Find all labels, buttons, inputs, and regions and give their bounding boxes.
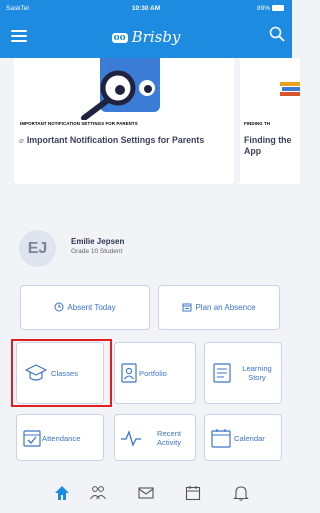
battery-indicator: 89% — [257, 5, 284, 12]
student-grade: Grade 10 Student — [71, 248, 123, 255]
plan-absence-button[interactable]: Plan an Absence — [158, 285, 280, 330]
attendance-label: Attendance — [42, 434, 81, 443]
avatar: EJ — [19, 230, 56, 267]
student-name: Emilie Jepsen — [71, 237, 125, 246]
card-illustration — [240, 58, 300, 120]
recent-activity-label: Recent Activity — [156, 429, 182, 447]
announcement-card-partial[interactable]: FINDING TH Finding the App — [240, 58, 300, 184]
card-title[interactable]: ⌀ Important Notification Settings for Par… — [19, 135, 228, 146]
portfolio-icon — [121, 363, 137, 383]
app-header: SaskTel 10:30 AM 89% oo Brisby — [0, 0, 292, 58]
calendar-tile[interactable]: Calendar — [204, 414, 282, 461]
bell-icon[interactable] — [232, 484, 250, 502]
battery-label: 89% — [256, 5, 270, 12]
checkbox-calendar-icon — [23, 430, 41, 447]
card-illustration — [14, 50, 234, 121]
absent-today-label: Absent Today — [67, 303, 116, 312]
card-title[interactable]: Finding the App — [244, 135, 304, 157]
activity-pulse-icon — [121, 430, 141, 447]
app-logo: oo Brisby — [0, 28, 292, 46]
learning-story-tile[interactable]: Learning Story — [204, 342, 282, 404]
calendar-tab-icon[interactable] — [184, 484, 202, 502]
highlight-box — [11, 339, 112, 407]
mail-icon[interactable] — [137, 484, 155, 502]
plan-absence-label: Plan an Absence — [195, 303, 256, 312]
logo-mark: oo — [111, 33, 128, 43]
portfolio-label: Portfolio — [139, 369, 167, 378]
document-icon — [213, 363, 231, 383]
portfolio-tile[interactable]: Portfolio — [114, 342, 196, 404]
learning-story-label: Learning Story — [242, 364, 272, 382]
calendar-label: Calendar — [234, 434, 265, 443]
battery-icon — [272, 5, 284, 11]
home-icon[interactable] — [53, 484, 71, 502]
search-icon[interactable] — [269, 26, 285, 42]
recent-activity-tile[interactable]: Recent Activity — [114, 414, 196, 461]
status-time: 10:30 AM — [131, 5, 161, 12]
bottom-tab-bar — [0, 478, 292, 513]
absent-today-button[interactable]: Absent Today — [20, 285, 150, 330]
attendance-tile[interactable]: Attendance — [16, 414, 104, 461]
brand-name: Brisby — [131, 28, 181, 46]
paperclip-icon: ⌀ — [19, 136, 24, 145]
card-caption: FINDING TH — [244, 121, 271, 126]
card-caption: IMPORTANT NOTIFICATION SETTINGS FOR PARE… — [20, 121, 138, 126]
calendar-icon — [211, 429, 231, 448]
announcement-carousel[interactable]: IMPORTANT NOTIFICATION SETTINGS FOR PARE… — [0, 50, 300, 194]
book-stack-icon — [280, 82, 300, 96]
calendar-small-icon — [182, 303, 192, 312]
status-bar: SaskTel 10:30 AM 89% — [0, 0, 292, 18]
clock-icon — [54, 302, 64, 312]
announcement-card[interactable]: IMPORTANT NOTIFICATION SETTINGS FOR PARE… — [14, 50, 234, 184]
magnifier-robot-icon — [81, 50, 160, 121]
people-icon[interactable] — [89, 484, 107, 502]
student-profile[interactable]: EJ Emilie Jepsen Grade 10 Student — [19, 228, 279, 268]
